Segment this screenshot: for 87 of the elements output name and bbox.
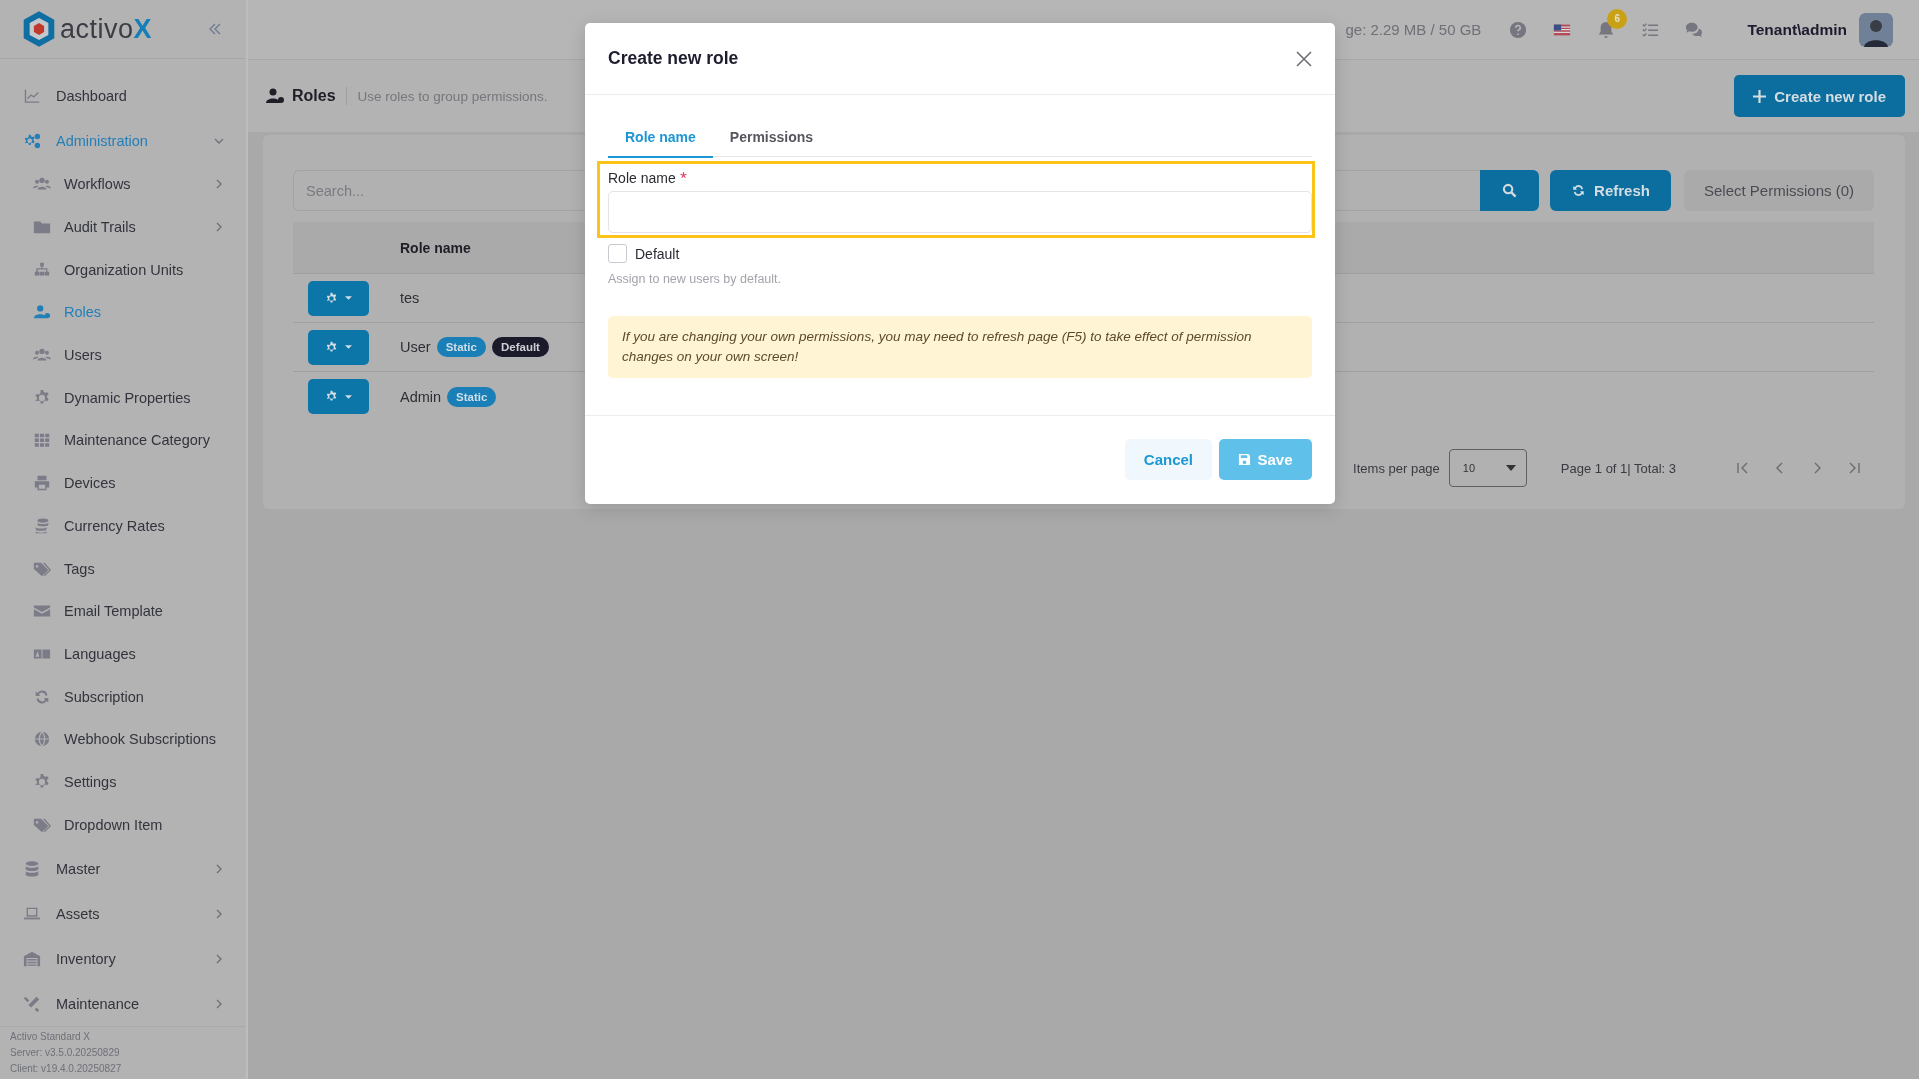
- actions-button[interactable]: [308, 329, 369, 365]
- sidebar-item[interactable]: Dashboard: [0, 73, 246, 118]
- sidebar-item[interactable]: Email Template: [0, 589, 246, 633]
- checkbox[interactable]: [608, 244, 627, 263]
- sidebar-item[interactable]: Dynamic Properties: [0, 376, 246, 420]
- sidebar-item[interactable]: Inventory: [0, 936, 246, 981]
- actions-button[interactable]: [308, 379, 369, 414]
- refresh-icon: [33, 687, 51, 706]
- select-permissions-button[interactable]: Select Permissions (0): [1683, 170, 1874, 211]
- chevron-right-icon: [214, 179, 224, 190]
- sidebar-item[interactable]: Devices: [0, 461, 246, 505]
- storage-text: ge: 2.29 MB / 50 GB: [1345, 21, 1482, 38]
- caret-icon: [1505, 465, 1516, 471]
- sidebar-item[interactable]: Subscription: [0, 675, 246, 718]
- dialog-title: Create new role: [608, 48, 739, 69]
- gears-icon: [23, 131, 41, 150]
- warning-alert: If you are changing your own permissions, you may need to refresh page (F5) to take effect of permission changes on your own screen!: [608, 316, 1312, 378]
- page-title: Roles: [292, 87, 347, 105]
- warehouse-icon: [23, 949, 41, 968]
- static-badge: Static: [436, 337, 486, 357]
- chevron-right-icon: [214, 222, 224, 233]
- logo-text: activoX: [60, 13, 153, 45]
- search-icon: [1502, 183, 1518, 198]
- sidebar-item[interactable]: Settings: [0, 760, 246, 804]
- create-role-button[interactable]: Create new role: [1734, 75, 1905, 117]
- close-icon[interactable]: [1296, 50, 1312, 67]
- chevron-right-icon: [214, 908, 224, 919]
- page-subtitle: Use roles to group permissions.: [357, 88, 549, 104]
- sidebar-item[interactable]: Languages: [0, 632, 246, 676]
- table-cell: User: [400, 339, 431, 355]
- column-header: Role name: [400, 239, 471, 256]
- sidebar-item[interactable]: Workflows: [0, 163, 246, 206]
- items-per-page-label: Items per page: [1353, 460, 1440, 476]
- refresh-button[interactable]: Refresh: [1550, 170, 1671, 211]
- caret-icon: [345, 345, 352, 349]
- avatar[interactable]: [1859, 12, 1893, 47]
- default-badge: Default: [491, 337, 549, 357]
- coins-icon: [33, 516, 51, 535]
- refresh-icon: [1571, 183, 1587, 198]
- search-button[interactable]: [1480, 170, 1540, 211]
- plus-icon: [1753, 89, 1767, 103]
- user-icon: [264, 86, 286, 106]
- collapse-icon[interactable]: [208, 22, 222, 36]
- help-icon[interactable]: [1509, 20, 1528, 39]
- sidebar-item[interactable]: Webhook Subscriptions: [0, 717, 246, 761]
- sidebar-item[interactable]: Tags: [0, 547, 246, 590]
- sidebar-item[interactable]: Organization Units: [0, 248, 246, 292]
- actions-button[interactable]: [308, 280, 369, 316]
- sidebar-item[interactable]: Maintenance Category: [0, 419, 246, 462]
- chat-icon[interactable]: [1685, 20, 1704, 39]
- printer-icon: [33, 474, 51, 493]
- user-name[interactable]: Tenant\admin: [1747, 20, 1847, 39]
- table-cell: Admin: [400, 388, 442, 405]
- sidebar-item[interactable]: Dropdown Item: [0, 803, 246, 846]
- notification-badge: 6: [1607, 8, 1628, 29]
- globe-icon: [33, 730, 51, 749]
- sidebar-item[interactable]: Master: [0, 846, 246, 891]
- chevron-right-icon: [214, 998, 224, 1009]
- tab[interactable]: Role name: [608, 117, 713, 158]
- page-summary: Page 1 of 1| Total: 3: [1560, 460, 1676, 476]
- field-label: Role name: [608, 170, 676, 186]
- chevron-right-icon: [214, 863, 224, 874]
- static-badge: Static: [447, 386, 497, 407]
- checkbox-label: Default: [635, 245, 680, 262]
- caret-icon: [345, 394, 352, 399]
- role-name-field[interactable]: [608, 191, 1312, 233]
- gear-icon: [325, 291, 338, 305]
- sidebar-item[interactable]: Users: [0, 333, 246, 377]
- hexagon-logo-icon: [22, 10, 56, 48]
- hint-text: Assign to new users by default.: [608, 272, 782, 286]
- sidebar-item[interactable]: Currency Rates: [0, 504, 246, 548]
- bell-icon[interactable]: [1597, 20, 1616, 39]
- sidebar-item[interactable]: Assets: [0, 891, 246, 936]
- gear-icon: [325, 340, 338, 354]
- table-cell: tes: [400, 290, 420, 306]
- page-size-select[interactable]: 10: [1448, 449, 1527, 487]
- version-text: Server: v3.5.0.20250829: [10, 1046, 121, 1060]
- sidebar-item[interactable]: Maintenance: [0, 981, 246, 1026]
- gear-icon: [325, 390, 338, 403]
- chevron-right-icon: [214, 953, 224, 964]
- version-text: Client: v19.4.0.20250827: [10, 1062, 123, 1076]
- caret-icon: [345, 296, 352, 300]
- database-icon: [23, 859, 41, 878]
- tab[interactable]: Permissions: [712, 117, 831, 158]
- version-text: Activo Standard X: [10, 1030, 92, 1044]
- grid-icon: [33, 431, 51, 450]
- sidebar-item[interactable]: Audit Trails: [0, 205, 246, 249]
